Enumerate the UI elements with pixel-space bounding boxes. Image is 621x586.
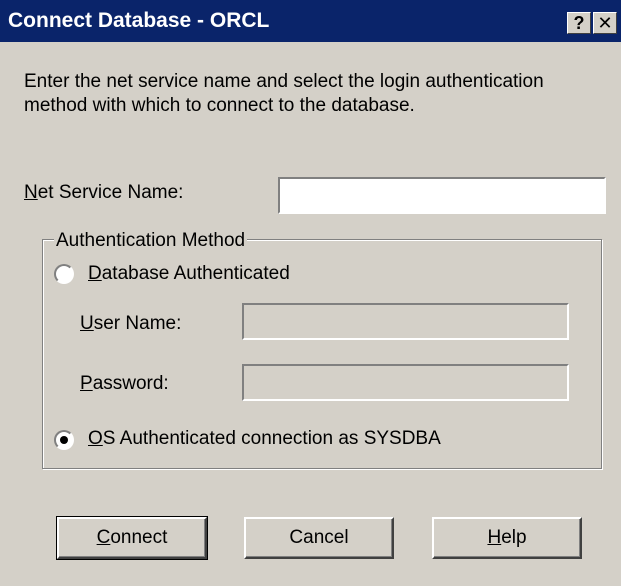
database-authenticated-radio[interactable] bbox=[54, 264, 74, 284]
net-service-name-label: Net Service Name: bbox=[24, 182, 184, 203]
database-authenticated-label[interactable]: Database Authenticated bbox=[88, 263, 290, 285]
close-icon: ✕ bbox=[597, 13, 613, 33]
title-bar[interactable]: Connect Database - ORCL ? ✕ bbox=[0, 0, 621, 42]
net-service-name-input[interactable] bbox=[280, 179, 604, 212]
authentication-method-label: Authentication Method bbox=[54, 230, 248, 252]
user-name-field bbox=[242, 303, 569, 340]
connect-database-dialog: Connect Database - ORCL ? ✕ Enter the ne… bbox=[0, 0, 621, 586]
intro-text: Enter the net service name and select th… bbox=[24, 71, 544, 116]
cancel-button[interactable]: Cancel bbox=[244, 517, 394, 559]
password-field bbox=[242, 364, 569, 401]
password-label: Password: bbox=[80, 373, 169, 394]
close-button[interactable]: ✕ bbox=[593, 12, 617, 34]
user-name-input bbox=[244, 305, 567, 338]
os-authenticated-radio[interactable] bbox=[54, 430, 74, 450]
window-title: Connect Database - ORCL bbox=[8, 9, 270, 32]
os-authenticated-label[interactable]: OS Authenticated connection as SYSDBA bbox=[88, 428, 441, 450]
help-button[interactable]: Help bbox=[432, 517, 582, 559]
net-service-name-field[interactable] bbox=[278, 177, 606, 214]
connect-button[interactable]: Connect bbox=[56, 516, 208, 560]
user-name-label: User Name: bbox=[80, 313, 182, 334]
password-input bbox=[244, 366, 567, 399]
radio-selected-dot bbox=[60, 436, 68, 444]
help-title-button[interactable]: ? bbox=[567, 12, 591, 34]
